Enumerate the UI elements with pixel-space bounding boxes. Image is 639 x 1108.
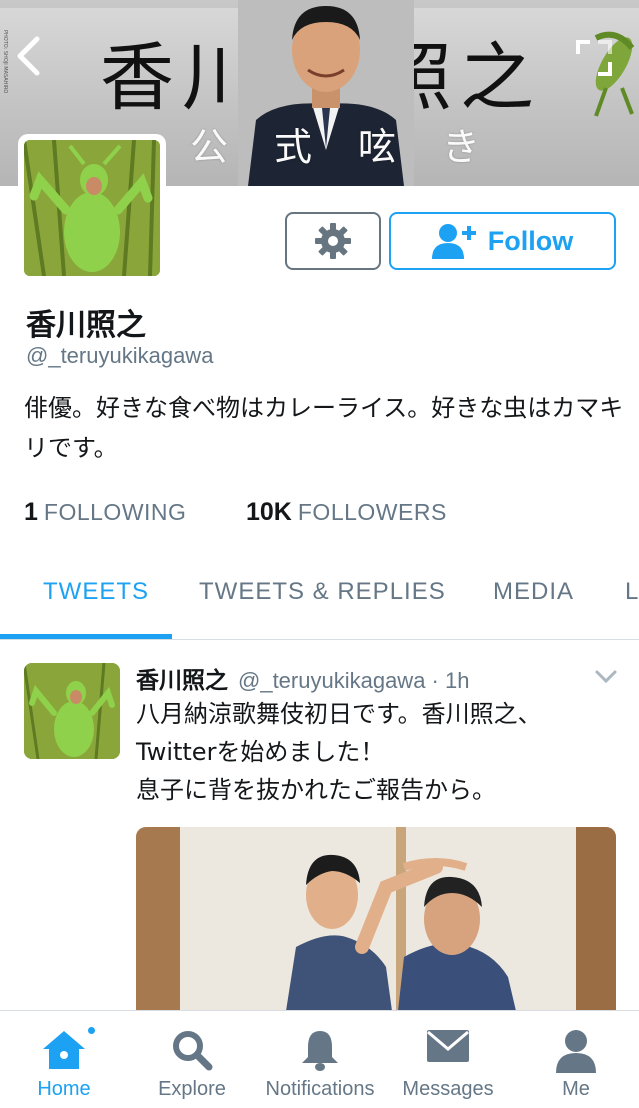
nav-explore-label: Explore	[158, 1078, 226, 1100]
profile-bio: 俳優。好きな食べ物はカレーライス。好きな虫はカマキリです。	[24, 394, 624, 462]
tweet-text-line: 八月納涼歌舞伎初日です。香川照之、	[136, 700, 542, 728]
tweet-meta: @_teruyukikagawa · 1h	[238, 668, 470, 693]
nav-home[interactable]: Home	[0, 1011, 128, 1108]
chevron-left-icon	[17, 36, 40, 76]
nav-me[interactable]: Me	[512, 1011, 639, 1108]
add-user-icon	[431, 224, 476, 259]
profile-stats: 1 FOLLOWING 10K FOLLOWERS	[24, 498, 447, 527]
tweet-text-line: 息子に背を抜かれたご報告から。	[136, 776, 496, 804]
following-stat[interactable]: 1 FOLLOWING	[24, 498, 246, 527]
tweet-photo[interactable]	[136, 827, 616, 1011]
tweet-author-name[interactable]: 香川照之	[136, 661, 228, 695]
nav-me-label: Me	[562, 1078, 590, 1100]
gear-icon	[315, 223, 351, 259]
envelope-icon	[427, 1030, 469, 1062]
tab-tweets[interactable]: TWEETS	[43, 578, 149, 606]
profile-handle: @_teruyukikagawa	[26, 343, 214, 368]
followers-count: 10K	[246, 498, 292, 526]
banner-subtitle: 公式呟き	[190, 125, 527, 169]
following-count: 1	[24, 498, 38, 526]
followers-stat[interactable]: 10K FOLLOWERS	[246, 498, 447, 527]
nav-notifications[interactable]: Notifications	[256, 1011, 384, 1108]
nav-messages-label: Messages	[402, 1078, 494, 1100]
tab-media[interactable]: MEDIA	[493, 578, 574, 606]
settings-button[interactable]	[285, 212, 381, 270]
follow-button[interactable]: Follow	[389, 212, 616, 270]
profile-avatar[interactable]	[18, 134, 166, 282]
nav-messages[interactable]: Messages	[384, 1011, 512, 1108]
chevron-down-icon[interactable]	[594, 669, 618, 685]
followers-label: FOLLOWERS	[297, 499, 447, 525]
nav-notifications-label: Notifications	[265, 1078, 375, 1100]
home-icon	[43, 1031, 85, 1069]
bottom-nav: Home Explore Notifications Messages Me	[0, 1010, 639, 1108]
following-label: FOLLOWING	[43, 499, 187, 525]
nav-home-label: Home	[37, 1078, 91, 1100]
nav-explore[interactable]: Explore	[128, 1011, 256, 1108]
tweet-text-line: Twitterを始めました！	[136, 738, 385, 766]
tweet-avatar[interactable]	[24, 663, 120, 759]
bell-icon	[302, 1031, 338, 1071]
profile-display-name: 香川照之	[26, 308, 146, 343]
follow-label: Follow	[487, 225, 574, 256]
photo-credit: PHOTO: SHOJI MASAHIRO	[2, 30, 8, 94]
notification-dot	[86, 1025, 97, 1036]
search-icon	[173, 1031, 213, 1071]
tab-tweets-replies[interactable]: TWEETS & REPLIES	[199, 578, 446, 606]
back-button[interactable]	[10, 34, 46, 78]
tab-likes[interactable]: L	[625, 578, 639, 606]
tweet[interactable]: 香川照之 @_teruyukikagawa · 1h 八月納涼歌舞伎初日です。香…	[0, 641, 639, 1011]
expand-icon	[576, 40, 612, 76]
avatar-image	[22, 139, 160, 277]
profile-tabs: TWEETS TWEETS & REPLIES MEDIA L	[0, 556, 639, 640]
tweet-header: 香川照之 @_teruyukikagawa · 1h	[136, 661, 469, 695]
expand-button[interactable]	[574, 38, 614, 78]
tweet-text: 八月納涼歌舞伎初日です。香川照之、 Twitterを始めました！ 息子に背を抜か…	[136, 695, 626, 809]
active-tab-indicator	[0, 634, 172, 639]
person-icon	[556, 1030, 596, 1073]
